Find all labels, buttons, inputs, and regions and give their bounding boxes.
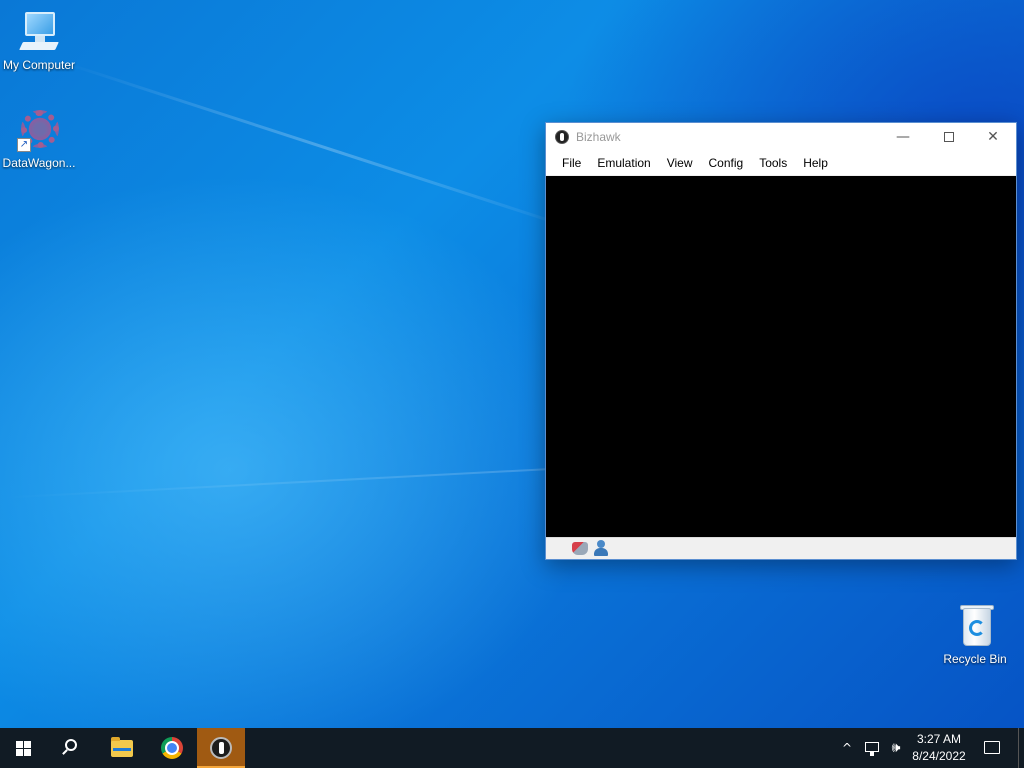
show-desktop-button[interactable] [1018, 728, 1019, 768]
start-button[interactable] [0, 728, 48, 768]
menu-file[interactable]: File [554, 151, 589, 175]
controller-icon[interactable] [572, 542, 588, 555]
user-icon[interactable] [593, 540, 609, 556]
maximize-icon [944, 132, 954, 142]
status-bar [546, 537, 1016, 559]
title-bar[interactable]: Bizhawk — ✕ [546, 123, 1016, 151]
minimize-icon: — [896, 129, 910, 145]
bizhawk-icon [210, 737, 232, 759]
menu-tools[interactable]: Tools [751, 151, 795, 175]
start-icon [16, 741, 32, 757]
clock-time: 3:27 AM [916, 732, 962, 746]
bizhawk-taskbar-button[interactable] [197, 728, 245, 768]
shortcut-arrow-icon: ↗ [17, 138, 31, 152]
window-title: Bizhawk [576, 130, 621, 144]
close-button[interactable]: ✕ [970, 123, 1016, 151]
notification-icon [984, 741, 1000, 754]
volume-icon: 🕪 [891, 740, 901, 756]
menu-config[interactable]: Config [701, 151, 752, 175]
volume-button[interactable]: 🕪 [885, 728, 907, 768]
desktop-icon-label: DataWagon... [2, 156, 76, 170]
chevron-up-icon: ^ [841, 741, 853, 755]
desktop-icon-my-computer[interactable]: My Computer [0, 8, 78, 72]
close-icon: ✕ [987, 129, 999, 145]
network-icon [865, 742, 879, 756]
bizhawk-window[interactable]: Bizhawk — ✕ File Emulation View Config T… [545, 122, 1017, 560]
clock-date: 8/24/2022 [912, 749, 966, 763]
network-button[interactable] [862, 728, 882, 768]
menu-view[interactable]: View [659, 151, 701, 175]
clock[interactable]: 3:27 AM 8/24/2022 [908, 731, 970, 765]
file-explorer-icon [111, 737, 133, 757]
notifications-button[interactable] [980, 728, 1004, 768]
search-button[interactable] [48, 728, 96, 768]
minimize-button[interactable]: — [880, 123, 926, 151]
recycle-bin-icon [951, 602, 999, 650]
chrome-icon [161, 737, 183, 759]
wallpaper-light-beam [59, 60, 594, 236]
menu-bar: File Emulation View Config Tools Help [546, 151, 1016, 175]
computer-icon [15, 8, 63, 56]
datawagon-icon: ↗ [15, 106, 63, 154]
menu-help[interactable]: Help [795, 151, 836, 175]
desktop-icon-datawagon[interactable]: ↗ DataWagon... [0, 106, 78, 170]
menu-emulation[interactable]: Emulation [589, 151, 658, 175]
desktop-icon-label: My Computer [2, 58, 76, 72]
show-hidden-icons-button[interactable]: ^ [838, 728, 856, 768]
chrome-button[interactable] [148, 728, 196, 768]
emulator-viewport[interactable] [546, 176, 1016, 539]
bizhawk-app-icon[interactable] [555, 130, 569, 144]
desktop-icon-label: Recycle Bin [943, 652, 1007, 666]
file-explorer-button[interactable] [98, 728, 146, 768]
taskbar: ^ 🕪 3:27 AM 8/24/2022 [0, 728, 1024, 768]
maximize-button[interactable] [926, 123, 972, 151]
search-icon [65, 739, 77, 751]
desktop-icon-recycle-bin[interactable]: Recycle Bin [936, 602, 1014, 666]
